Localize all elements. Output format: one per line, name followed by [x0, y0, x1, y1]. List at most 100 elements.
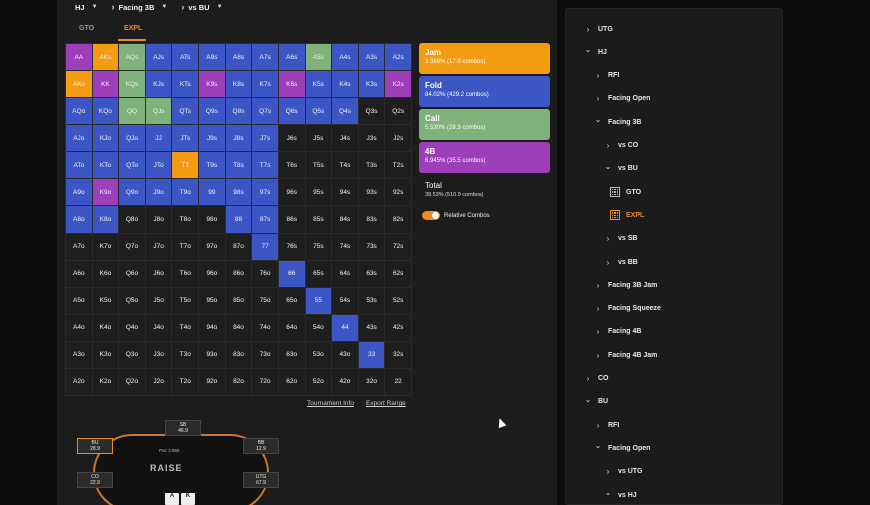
hand-cell-A8o[interactable]: A8o — [66, 206, 92, 233]
hand-cell-ATs[interactable]: ATs — [172, 44, 199, 71]
hand-cell-75s[interactable]: 75s — [305, 233, 332, 260]
hand-cell-64o[interactable]: 64o — [278, 314, 305, 341]
hand-cell-A2o[interactable]: A2o — [66, 368, 92, 395]
hand-cell-AKs[interactable]: AKs — [92, 44, 119, 71]
hand-cell-AQo[interactable]: AQo — [66, 98, 92, 125]
hand-cell-T2o[interactable]: T2o — [172, 368, 199, 395]
tab-expl[interactable]: EXPL — [124, 25, 142, 32]
hand-cell-K5o[interactable]: K5o — [92, 287, 119, 314]
hand-cell-T8s[interactable]: T8s — [225, 152, 252, 179]
hand-cell-A6s[interactable]: A6s — [278, 44, 305, 71]
hand-cell-J2s[interactable]: J2s — [385, 125, 411, 152]
hand-cell-J5s[interactable]: J5s — [305, 125, 332, 152]
hand-cell-J4s[interactable]: J4s — [332, 125, 358, 152]
hand-cell-A6o[interactable]: A6o — [66, 260, 92, 287]
hand-cell-T5o[interactable]: T5o — [172, 287, 199, 314]
hand-cell-K2s[interactable]: K2s — [385, 71, 411, 98]
relative-combos-toggle[interactable]: Relative Combos — [422, 211, 490, 220]
hand-cell-T4s[interactable]: T4s — [332, 152, 358, 179]
hand-cell-96s[interactable]: 96s — [278, 179, 305, 206]
hand-cell-K7o[interactable]: K7o — [92, 233, 119, 260]
hand-cell-62s[interactable]: 62s — [385, 260, 411, 287]
hand-cell-96o[interactable]: 96o — [199, 260, 225, 287]
hand-cell-K9o[interactable]: K9o — [92, 179, 119, 206]
hand-cell-AJs[interactable]: AJs — [145, 44, 172, 71]
hand-cell-QTo[interactable]: QTo — [119, 152, 145, 179]
hand-cell-J7o[interactable]: J7o — [145, 233, 172, 260]
hand-cell-65o[interactable]: 65o — [278, 287, 305, 314]
tree-item-vs-hj[interactable]: ⌄ vs HJ — [602, 488, 637, 501]
hand-cell-J4o[interactable]: J4o — [145, 314, 172, 341]
hand-cell-86o[interactable]: 86o — [225, 260, 252, 287]
hand-cell-63s[interactable]: 63s — [358, 260, 385, 287]
hand-cell-K3s[interactable]: K3s — [358, 71, 385, 98]
hand-cell-98o[interactable]: 98o — [199, 206, 225, 233]
hand-cell-85o[interactable]: 85o — [225, 287, 252, 314]
hand-cell-JJ[interactable]: JJ — [145, 125, 172, 152]
tree-item-facing-3b[interactable]: ⌄ Facing 3B — [592, 115, 642, 128]
hand-cell-A9s[interactable]: A9s — [199, 44, 225, 71]
hand-cell-J8o[interactable]: J8o — [145, 206, 172, 233]
hand-cell-J9o[interactable]: J9o — [145, 179, 172, 206]
hand-cell-J6o[interactable]: J6o — [145, 260, 172, 287]
hand-cell-32o[interactable]: 32o — [358, 368, 385, 395]
tree-item-rfi[interactable]: › RFI — [592, 70, 620, 82]
action-jam-box[interactable]: Jam 3.389% (17.0 combos) — [419, 43, 550, 74]
hand-cell-Q6s[interactable]: Q6s — [278, 98, 305, 125]
hand-cell-62o[interactable]: 62o — [278, 368, 305, 395]
hand-cell-93o[interactable]: 93o — [199, 341, 225, 368]
hand-cell-A5s[interactable]: A5s — [305, 44, 332, 71]
tree-item-facing-4b[interactable]: › Facing 4B — [592, 326, 642, 338]
tree-item-facing-open[interactable]: › Facing Open — [592, 93, 651, 105]
hand-cell-63o[interactable]: 63o — [278, 341, 305, 368]
hand-cell-Q2o[interactable]: Q2o — [119, 368, 145, 395]
tree-item-co[interactable]: › CO — [582, 373, 609, 385]
hand-cell-75o[interactable]: 75o — [252, 287, 278, 314]
hand-cell-T3o[interactable]: T3o — [172, 341, 199, 368]
hand-cell-J7s[interactable]: J7s — [252, 125, 278, 152]
hand-cell-K6o[interactable]: K6o — [92, 260, 119, 287]
hand-cell-94o[interactable]: 94o — [199, 314, 225, 341]
action-fold-box[interactable]: Fold 84.02% (429.2 combos) — [419, 76, 550, 107]
hand-cell-A4s[interactable]: A4s — [332, 44, 358, 71]
hand-cell-55[interactable]: 55 — [305, 287, 332, 314]
hand-cell-J3s[interactable]: J3s — [358, 125, 385, 152]
hand-cell-JTs[interactable]: JTs — [172, 125, 199, 152]
hand-cell-K2o[interactable]: K2o — [92, 368, 119, 395]
tree-item-facing-4b-jam[interactable]: › Facing 4B Jam — [592, 349, 658, 361]
hand-cell-KQo[interactable]: KQo — [92, 98, 119, 125]
hand-cell-K9s[interactable]: K9s — [199, 71, 225, 98]
action-call-box[interactable]: Call 5.530% (28.3 combos) — [419, 109, 550, 140]
tree-item-facing-3b-jam[interactable]: › Facing 3B Jam — [592, 279, 658, 291]
hand-cell-82s[interactable]: 82s — [385, 206, 411, 233]
hand-cell-K4s[interactable]: K4s — [332, 71, 358, 98]
hand-cell-87s[interactable]: 87s — [252, 206, 278, 233]
hand-cell-72s[interactable]: 72s — [385, 233, 411, 260]
hand-cell-ATo[interactable]: ATo — [66, 152, 92, 179]
hand-cell-T8o[interactable]: T8o — [172, 206, 199, 233]
hand-cell-K3o[interactable]: K3o — [92, 341, 119, 368]
hand-cell-KJo[interactable]: KJo — [92, 125, 119, 152]
tournament-info-link[interactable]: Tournament Info — [307, 400, 354, 407]
hand-cell-42o[interactable]: 42o — [332, 368, 358, 395]
hand-cell-64s[interactable]: 64s — [332, 260, 358, 287]
hand-cell-Q2s[interactable]: Q2s — [385, 98, 411, 125]
hand-cell-42s[interactable]: 42s — [385, 314, 411, 341]
hand-cell-Q5o[interactable]: Q5o — [119, 287, 145, 314]
tree-item-facing-squeeze[interactable]: › Facing Squeeze — [592, 303, 661, 315]
breadcrumb-position[interactable]: HJ ▼ — [75, 3, 98, 12]
hand-cell-T9s[interactable]: T9s — [199, 152, 225, 179]
hand-cell-AA[interactable]: AA — [66, 44, 92, 71]
hand-cell-Q5s[interactable]: Q5s — [305, 98, 332, 125]
hand-cell-T5s[interactable]: T5s — [305, 152, 332, 179]
tab-gto[interactable]: GTO — [79, 25, 94, 32]
hand-cell-T6s[interactable]: T6s — [278, 152, 305, 179]
hand-cell-J8s[interactable]: J8s — [225, 125, 252, 152]
hand-cell-73s[interactable]: 73s — [358, 233, 385, 260]
hand-cell-54o[interactable]: 54o — [305, 314, 332, 341]
tree-item-vs-co[interactable]: › vs CO — [602, 140, 639, 152]
hand-cell-65s[interactable]: 65s — [305, 260, 332, 287]
tree-item-hj[interactable]: ⌄ HJ — [582, 45, 607, 58]
hand-cell-52s[interactable]: 52s — [385, 287, 411, 314]
hand-cell-AQs[interactable]: AQs — [119, 44, 145, 71]
